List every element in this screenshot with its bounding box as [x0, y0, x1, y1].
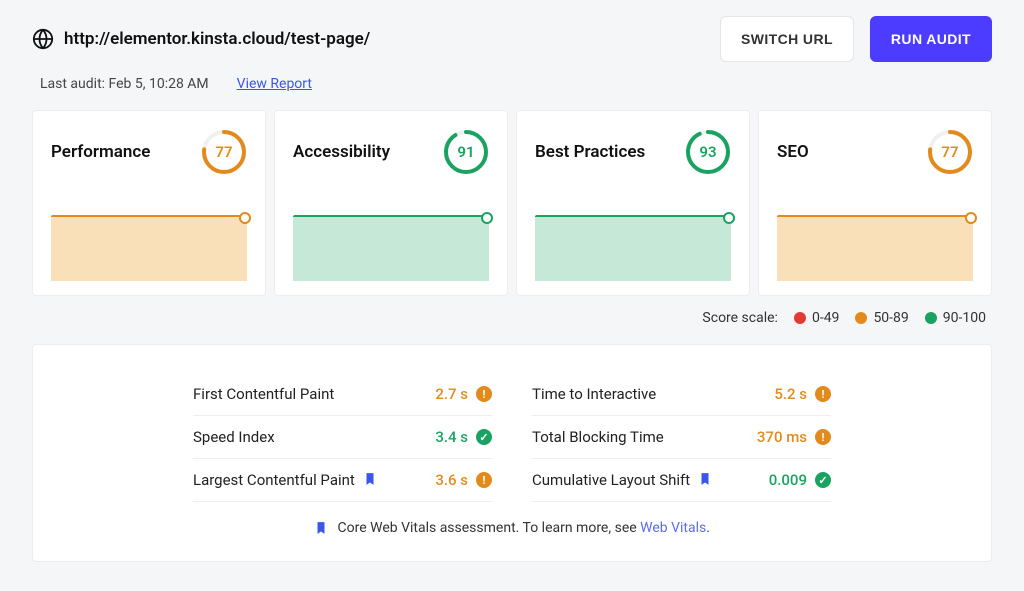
run-audit-button[interactable]: RUN AUDIT [870, 16, 992, 62]
score-sparkline [535, 215, 731, 281]
metric-row: Speed Index 3.4 s ✓ [193, 416, 492, 459]
score-ring: 93 [685, 129, 731, 175]
score-sparkline [777, 215, 973, 281]
view-report-link[interactable]: View Report [237, 76, 312, 92]
legend-good: 90-100 [925, 310, 986, 326]
score-value: 91 [443, 129, 489, 175]
score-card: Performance 77 [32, 110, 266, 296]
metric-value: 2.7 s ! [435, 385, 492, 403]
score-value: 77 [201, 129, 247, 175]
metric-name: Speed Index [193, 428, 275, 446]
metric-row: First Contentful Paint 2.7 s ! [193, 373, 492, 416]
metrics-panel: First Contentful Paint 2.7 s ! Speed Ind… [32, 344, 992, 562]
globe-icon [32, 28, 54, 50]
score-cards: Performance 77 Accessibility 91 [32, 110, 992, 296]
check-icon: ✓ [815, 472, 831, 488]
footer-text-after: . [706, 520, 710, 536]
metric-name: Total Blocking Time [532, 428, 664, 446]
url-block: http://elementor.kinsta.cloud/test-page/ [32, 28, 370, 50]
score-scale-legend: Score scale: 0-49 50-89 90-100 [32, 296, 992, 344]
card-title: Performance [51, 142, 150, 162]
legend-bad: 0-49 [794, 310, 839, 326]
header-actions: SWITCH URL RUN AUDIT [720, 16, 992, 62]
warn-icon: ! [476, 472, 492, 488]
score-card: Best Practices 93 [516, 110, 750, 296]
bookmark-icon [698, 472, 712, 488]
score-card: Accessibility 91 [274, 110, 508, 296]
card-title: Best Practices [535, 142, 645, 162]
card-title: SEO [777, 142, 809, 162]
score-sparkline [293, 215, 489, 281]
metric-name: Time to Interactive [532, 385, 656, 403]
check-icon: ✓ [476, 429, 492, 445]
metric-row: Time to Interactive 5.2 s ! [532, 373, 831, 416]
metric-name: Cumulative Layout Shift [532, 471, 712, 489]
metric-value: 3.4 s ✓ [435, 428, 492, 446]
warn-icon: ! [476, 386, 492, 402]
bookmark-icon [363, 472, 377, 488]
score-sparkline [51, 215, 247, 281]
metric-value: 5.2 s ! [774, 385, 831, 403]
metrics-col-right: Time to Interactive 5.2 s ! Total Blocki… [532, 373, 831, 502]
card-title: Accessibility [293, 142, 390, 162]
score-value: 77 [927, 129, 973, 175]
legend-mid: 50-89 [855, 310, 908, 326]
bookmark-icon [314, 521, 328, 537]
metric-row: Cumulative Layout Shift 0.009 ✓ [532, 459, 831, 502]
metrics-footer: Core Web Vitals assessment. To learn mor… [193, 502, 831, 537]
subheader: Last audit: Feb 5, 10:28 AM View Report [32, 62, 992, 110]
page-url: http://elementor.kinsta.cloud/test-page/ [64, 29, 370, 49]
warn-icon: ! [815, 429, 831, 445]
dot-orange-icon [855, 312, 867, 324]
metrics-col-left: First Contentful Paint 2.7 s ! Speed Ind… [193, 373, 492, 502]
warn-icon: ! [815, 386, 831, 402]
score-card: SEO 77 [758, 110, 992, 296]
metric-value: 0.009 ✓ [769, 471, 831, 489]
score-ring: 91 [443, 129, 489, 175]
metric-value: 3.6 s ! [435, 471, 492, 489]
last-audit-text: Last audit: Feb 5, 10:28 AM [40, 76, 209, 92]
legend-label: Score scale: [702, 310, 778, 326]
dot-red-icon [794, 312, 806, 324]
score-ring: 77 [927, 129, 973, 175]
score-ring: 77 [201, 129, 247, 175]
metric-row: Largest Contentful Paint 3.6 s ! [193, 459, 492, 502]
metric-value: 370 ms ! [757, 428, 831, 446]
switch-url-button[interactable]: SWITCH URL [720, 16, 854, 62]
metric-name: Largest Contentful Paint [193, 471, 377, 489]
dot-green-icon [925, 312, 937, 324]
header-row: http://elementor.kinsta.cloud/test-page/… [32, 16, 992, 62]
metric-name: First Contentful Paint [193, 385, 334, 403]
score-value: 93 [685, 129, 731, 175]
footer-text-before: Core Web Vitals assessment. To learn mor… [338, 520, 641, 536]
metric-row: Total Blocking Time 370 ms ! [532, 416, 831, 459]
web-vitals-link[interactable]: Web Vitals [640, 520, 706, 536]
